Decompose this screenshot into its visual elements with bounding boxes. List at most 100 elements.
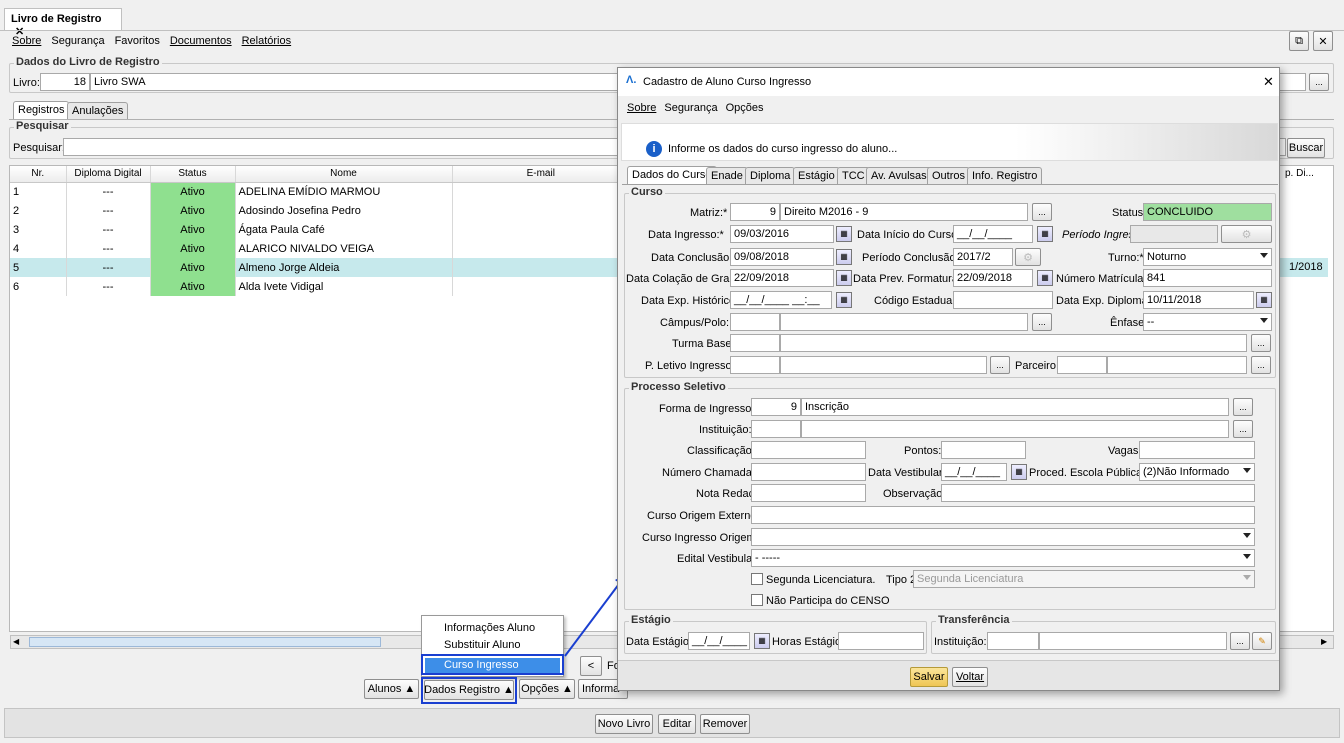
tab-info-registro[interactable]: Info. Registro (967, 167, 1043, 185)
menu-sobre[interactable]: Sobre (12, 35, 41, 47)
campus-name-field[interactable] (780, 313, 1028, 331)
col-diploma[interactable]: Diploma Digital (66, 166, 151, 183)
col-extra-header[interactable]: p. Di... (1285, 168, 1314, 179)
dialog-close-icon[interactable]: ✕ (1263, 74, 1274, 90)
buscar-button[interactable]: Buscar (1287, 138, 1325, 158)
pletivo-browse-button[interactable]: ... (990, 356, 1010, 374)
tab-dados-curso[interactable]: Dados do Curso (627, 166, 717, 185)
salvar-button[interactable]: Salvar (910, 667, 948, 687)
matriz-browse-button[interactable]: ... (1032, 203, 1052, 221)
data-exp-hist-field[interactable]: __/__/____ __:__ (730, 291, 832, 309)
data-exp-hist-calendar-icon[interactable]: ▦ (836, 292, 852, 308)
edital-select[interactable]: - ----- (751, 549, 1255, 567)
table-row[interactable]: 4 --- Ativo ALARICO NIVALDO VEIGA (10, 239, 630, 258)
dados-registro-button[interactable]: Dados Registro ▲ (424, 680, 514, 700)
editar-button[interactable]: Editar (658, 714, 696, 734)
pletivo-name-field[interactable] (780, 356, 987, 374)
menu-favoritos[interactable]: Favoritos (115, 35, 160, 47)
curso-ing-origem-select[interactable] (751, 528, 1255, 546)
data-estagio-field[interactable]: __/__/____ (688, 632, 750, 650)
matriz-number-field[interactable]: 9 (730, 203, 780, 221)
turma-browse-button[interactable]: ... (1251, 334, 1271, 352)
forma-ingresso-name[interactable]: Inscrição (801, 398, 1229, 416)
periodo-conclusao-gear-icon[interactable]: ⚙ (1015, 248, 1041, 266)
data-exp-dipl-field[interactable]: 10/11/2018 (1143, 291, 1254, 309)
livro-browse-button[interactable]: ... (1309, 73, 1329, 91)
data-vestibular-calendar-icon[interactable]: ▦ (1011, 464, 1027, 480)
campus-browse-button[interactable]: ... (1032, 313, 1052, 331)
tab-estagio[interactable]: Estágio (793, 167, 840, 185)
data-conclusao-calendar-icon[interactable]: ▦ (836, 249, 852, 265)
codigo-estadual-field[interactable] (953, 291, 1053, 309)
alunos-button[interactable]: Alunos ▲ (364, 679, 419, 699)
num-matricula-field[interactable]: 841 (1143, 269, 1272, 287)
data-vestibular-field[interactable]: __/__/____ (941, 463, 1007, 481)
col-nome[interactable]: Nome (235, 166, 453, 183)
popup-curso-ingresso[interactable]: Curso Ingresso (421, 654, 564, 675)
menu-documentos[interactable]: Documentos (170, 35, 232, 47)
pletivo-code-field[interactable] (730, 356, 780, 374)
voltar-button[interactable]: Voltar (952, 667, 988, 687)
col-nr[interactable]: Nr. (10, 166, 67, 183)
data-ingresso-calendar-icon[interactable]: ▦ (836, 226, 852, 242)
dialog-menu-seguranca[interactable]: Segurança (664, 102, 717, 114)
menu-relatorios[interactable]: Relatórios (242, 35, 292, 47)
parceiro-name-field[interactable] (1107, 356, 1247, 374)
tab-outros[interactable]: Outros (927, 167, 971, 185)
data-conclusao-field[interactable]: 09/08/2018 (730, 248, 834, 266)
data-colacao-calendar-icon[interactable]: ▦ (836, 270, 852, 286)
scroll-right-icon[interactable]: ▶ (1321, 637, 1327, 646)
forma-ingresso-browse-button[interactable]: ... (1233, 398, 1253, 416)
remover-button[interactable]: Remover (700, 714, 750, 734)
parceiro-browse-button[interactable]: ... (1251, 356, 1271, 374)
tab-enade[interactable]: Enade (706, 167, 748, 185)
data-prev-field[interactable]: 22/09/2018 (953, 269, 1033, 287)
scroll-left-icon[interactable]: ◀ (13, 637, 19, 646)
enfase-select[interactable]: -- (1143, 313, 1272, 331)
table-row[interactable]: 1 --- Ativo ADELINA EMÍDIO MARMOU (10, 182, 630, 201)
censo-checkbox[interactable] (751, 594, 763, 606)
livro-number-field[interactable]: 18 (40, 73, 90, 91)
data-inicio-calendar-icon[interactable]: ▦ (1037, 226, 1053, 242)
observacao-field[interactable] (941, 484, 1255, 502)
main-tab[interactable]: Livro de Registro ✕ (4, 8, 122, 38)
table-row[interactable]: 3 --- Ativo Ágata Paula Café (10, 220, 630, 239)
curso-origem-ext-field[interactable] (751, 506, 1255, 524)
transf-inst-name-field[interactable] (1039, 632, 1227, 650)
table-row[interactable]: 5 --- Ativo Almeno Jorge Aldeia (10, 258, 630, 277)
instituicao-code-field[interactable] (751, 420, 801, 438)
num-chamada-field[interactable] (751, 463, 866, 481)
detach-icon[interactable]: ⧉ (1289, 31, 1309, 51)
periodo-conclusao-field[interactable]: 2017/2 (953, 248, 1013, 266)
data-inicio-field[interactable]: __/__/____ (953, 225, 1033, 243)
campus-code-field[interactable] (730, 313, 780, 331)
tab-diploma[interactable]: Diploma (745, 167, 796, 185)
turma-code-field[interactable] (730, 334, 780, 352)
parceiro-code-field[interactable] (1057, 356, 1107, 374)
classificacao-field[interactable] (751, 441, 866, 459)
horas-estagio-field[interactable] (838, 632, 924, 650)
popup-informacoes-aluno[interactable]: Informações Aluno (422, 616, 563, 634)
data-exp-dipl-calendar-icon[interactable]: ▦ (1256, 292, 1272, 308)
close-window-icon[interactable]: ✕ (1313, 31, 1333, 51)
tab-registros[interactable]: Registros (13, 101, 70, 119)
table-row[interactable]: 6 --- Ativo Alda Ivete Vidigal (10, 277, 630, 296)
vagas-field[interactable] (1139, 441, 1255, 459)
transf-inst-code-field[interactable] (987, 632, 1039, 650)
edit-pencil-icon[interactable]: ✎ (1252, 632, 1272, 650)
pontos-field[interactable] (941, 441, 1026, 459)
col-email[interactable]: E-mail (452, 166, 630, 183)
matriz-name-field[interactable]: Direito M2016 - 9 (780, 203, 1028, 221)
dialog-menu-opcoes[interactable]: Opções (726, 102, 764, 114)
transf-browse-button[interactable]: ... (1230, 632, 1250, 650)
proced-select[interactable]: (2)Não Informado (1139, 463, 1255, 481)
menu-seguranca[interactable]: Segurança (51, 35, 104, 47)
tab-anulacoes[interactable]: Anulações (67, 102, 129, 120)
tab-av-avulsas[interactable]: Av. Avulsas (866, 167, 932, 185)
data-colacao-field[interactable]: 22/09/2018 (730, 269, 834, 287)
livro-right-field[interactable] (1278, 73, 1306, 91)
turno-select[interactable]: Noturno (1143, 248, 1272, 266)
livro-name-field[interactable]: Livro SWA (90, 73, 620, 91)
tab-tcc[interactable]: TCC (837, 167, 870, 185)
nota-redacao-field[interactable] (751, 484, 866, 502)
